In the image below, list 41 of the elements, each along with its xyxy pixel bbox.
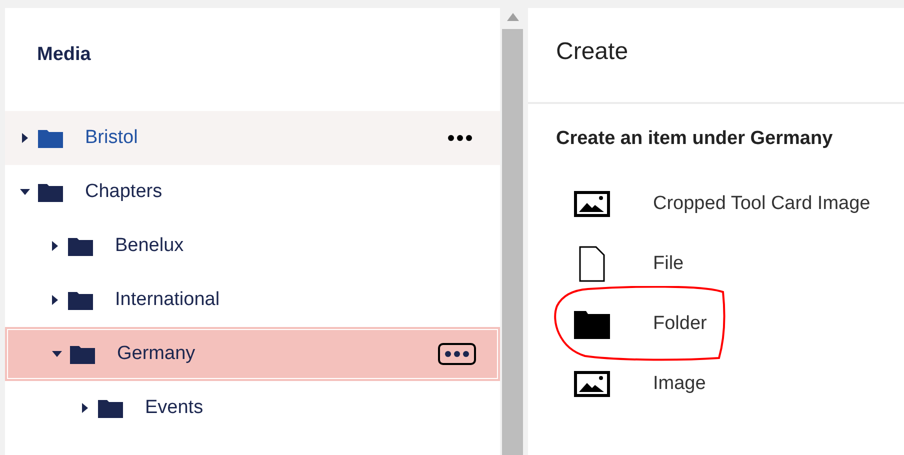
image-icon bbox=[574, 191, 610, 217]
tree-item[interactable]: Benelux bbox=[5, 219, 500, 273]
tree-item[interactable]: Chapters bbox=[5, 165, 500, 219]
panel-title: Create bbox=[528, 8, 904, 104]
caret-icon[interactable] bbox=[50, 241, 60, 251]
tree-item-label: Germany bbox=[117, 343, 196, 365]
tree-item-label: Chapters bbox=[85, 181, 162, 203]
tree-item-label: Benelux bbox=[115, 235, 184, 257]
caret-icon[interactable] bbox=[20, 187, 30, 197]
folder-icon bbox=[70, 344, 95, 364]
option-label: Cropped Tool Card Image bbox=[653, 193, 870, 215]
caret-icon[interactable] bbox=[20, 133, 30, 143]
tree-title: Media bbox=[36, 43, 92, 67]
folder-icon bbox=[574, 309, 610, 339]
tree-item[interactable]: Events bbox=[5, 381, 500, 435]
folder-icon bbox=[38, 182, 63, 202]
create-option[interactable]: Image bbox=[528, 354, 904, 414]
option-label: Image bbox=[653, 373, 706, 395]
caret-icon[interactable] bbox=[52, 349, 62, 359]
caret-icon[interactable] bbox=[80, 403, 90, 413]
folder-icon bbox=[68, 236, 93, 256]
tree-item-label: Bristol bbox=[85, 127, 138, 149]
create-option[interactable]: Folder bbox=[528, 294, 904, 354]
tree-item[interactable]: Germany bbox=[5, 327, 500, 381]
folder-icon bbox=[38, 128, 63, 148]
folder-icon bbox=[98, 398, 123, 418]
tree-item-label: International bbox=[115, 289, 220, 311]
scrollbar-thumb[interactable] bbox=[502, 29, 523, 455]
option-label: File bbox=[653, 253, 684, 275]
tree-item[interactable]: Bristol bbox=[5, 111, 500, 165]
file-icon bbox=[579, 246, 605, 282]
create-option[interactable]: File bbox=[528, 234, 904, 294]
tree-item[interactable]: International bbox=[5, 273, 500, 327]
image-icon bbox=[574, 371, 610, 397]
tree-item-label: Events bbox=[145, 397, 204, 419]
panel-subtitle: Create an item under Germany bbox=[555, 127, 834, 151]
option-label: Folder bbox=[653, 313, 707, 335]
caret-icon[interactable] bbox=[50, 295, 60, 305]
folder-icon bbox=[68, 290, 93, 310]
create-option[interactable]: Cropped Tool Card Image bbox=[528, 174, 904, 234]
more-actions-button[interactable] bbox=[438, 343, 476, 365]
